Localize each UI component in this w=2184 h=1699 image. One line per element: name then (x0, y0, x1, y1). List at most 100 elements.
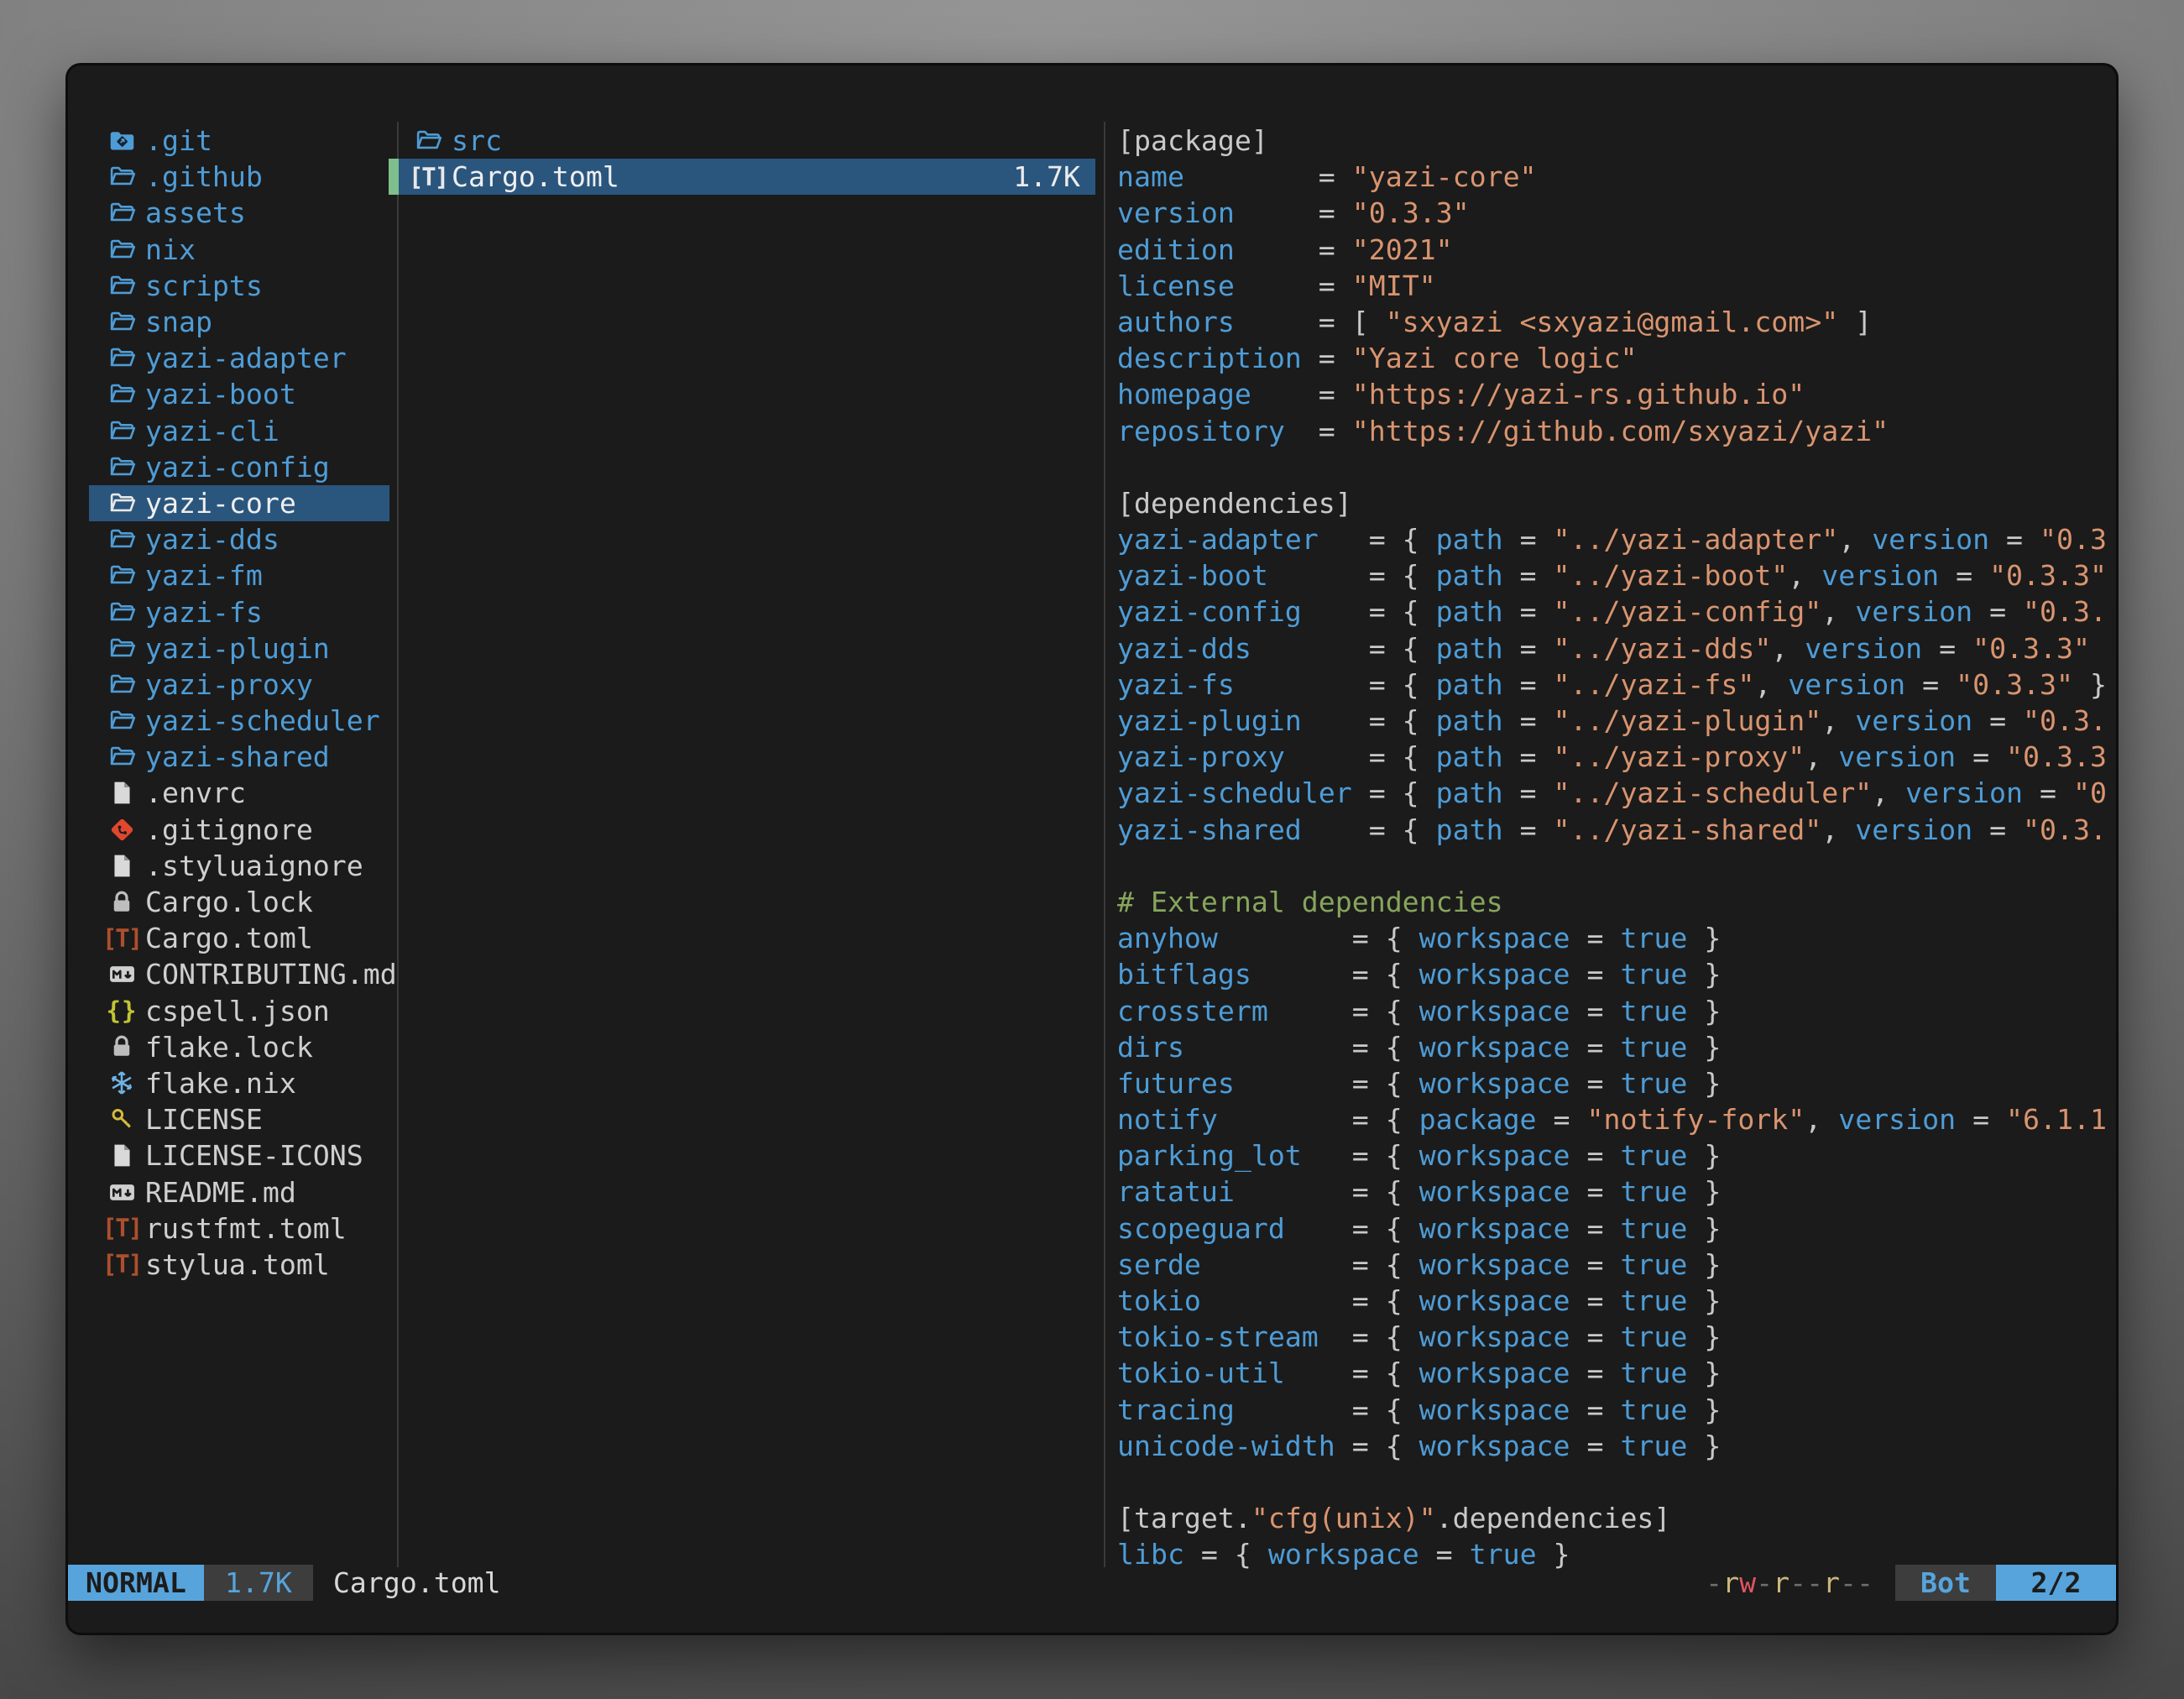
toml-icon: [T] (106, 923, 138, 954)
folder-icon (106, 705, 138, 737)
yazi-window: .git.githubassetsnixscriptssnap yazi-adap… (65, 63, 2119, 1635)
file-label: yazi-dds (145, 523, 280, 556)
file-label: yazi-config (145, 451, 330, 484)
sidebar-item-yazi-cli[interactable]: yazi-cli (89, 413, 389, 449)
preview-line: [target."cfg(unix)".dependencies] (1117, 1500, 2113, 1536)
preview-line: tokio-util = { workspace = true } (1117, 1355, 2113, 1391)
sidebar-item-yazi-dds[interactable]: yazi-dds (89, 521, 389, 557)
preview-line: yazi-adapter = { path = "../yazi-adapter… (1117, 521, 2113, 557)
folder-icon (106, 560, 138, 592)
file-label: yazi-boot (145, 378, 296, 410)
preview-line: repository = "https://github.com/sxyazi/… (1117, 413, 2113, 449)
permission-char: - (1857, 1566, 1873, 1599)
sidebar-item-.git[interactable]: .git (89, 123, 389, 159)
folder-icon (106, 415, 138, 447)
git-icon (106, 813, 138, 845)
preview-line: yazi-plugin = { path = "../yazi-plugin",… (1117, 703, 2113, 739)
md-icon (106, 959, 138, 991)
file-label: assets (145, 196, 246, 229)
preview-line: unicode-width = { workspace = true } (1117, 1428, 2113, 1464)
folder-icon (106, 306, 138, 338)
sidebar-item-.envrc[interactable]: .envrc (89, 775, 389, 811)
file-label: snap (145, 306, 212, 338)
file-label: yazi-adapter (145, 342, 347, 374)
sidebar-item-Cargo.toml[interactable]: [T]Cargo.toml (89, 920, 389, 956)
file-label: LICENSE-ICONS (145, 1139, 363, 1172)
folder-icon (106, 269, 138, 301)
file-size: 1.7K (1013, 160, 1095, 193)
preview-line: bitflags = { workspace = true } (1117, 956, 2113, 992)
status-file-name: Cargo.toml (313, 1565, 501, 1601)
sidebar-item-.github[interactable]: .github (89, 159, 389, 195)
sidebar-item-yazi-adapter[interactable]: yazi-adapter (89, 340, 389, 376)
current-dir-item-src[interactable]: src (389, 123, 1095, 159)
sidebar-item-scripts[interactable]: scripts (89, 268, 389, 304)
preview-line: ratatui = { workspace = true } (1117, 1174, 2113, 1210)
permission-char: r (1722, 1566, 1739, 1599)
md-icon (106, 1176, 138, 1208)
preview-line: tokio-stream = { workspace = true } (1117, 1319, 2113, 1355)
sidebar-item-LICENSE[interactable]: LICENSE (89, 1101, 389, 1137)
sidebar-item-yazi-fs[interactable]: yazi-fs (89, 593, 389, 630)
sidebar-item-rustfmt.toml[interactable]: [T]rustfmt.toml (89, 1210, 389, 1247)
preview-line: scopeguard = { workspace = true } (1117, 1210, 2113, 1247)
preview-line: name = "yazi-core" (1117, 159, 2113, 195)
preview-line: yazi-config = { path = "../yazi-config",… (1117, 593, 2113, 630)
file-label: yazi-core (145, 487, 296, 520)
preview-line: serde = { workspace = true } (1117, 1247, 2113, 1283)
file-label: src (452, 124, 502, 157)
folder-icon (106, 233, 138, 265)
sidebar-item-snap[interactable]: snap (89, 304, 389, 340)
current-directory-pane: src[T]Cargo.toml1.7K (389, 123, 1095, 195)
sidebar-item-yazi-proxy[interactable]: yazi-proxy (89, 667, 389, 703)
file-label: yazi-plugin (145, 632, 330, 665)
folder-icon (106, 668, 138, 700)
pane-divider-left (397, 122, 399, 1567)
preview-line: homepage = "https://yazi-rs.github.io" (1117, 376, 2113, 412)
preview-line: license = "MIT" (1117, 268, 2113, 304)
folder-icon (106, 342, 138, 374)
sidebar-item-Cargo.lock[interactable]: Cargo.lock (89, 884, 389, 920)
sidebar-item-yazi-core[interactable]: yazi-core (89, 485, 389, 521)
sidebar-item-CONTRIBUTING.md[interactable]: CONTRIBUTING.md (89, 956, 389, 992)
sidebar-item-LICENSE-ICONS[interactable]: LICENSE-ICONS (89, 1137, 389, 1174)
sidebar-item-README.md[interactable]: README.md (89, 1174, 389, 1210)
sidebar-item-.gitignore[interactable]: .gitignore (89, 812, 389, 848)
file-label: rustfmt.toml (145, 1212, 347, 1245)
preview-line: yazi-shared = { path = "../yazi-shared",… (1117, 812, 2113, 848)
sidebar-item-yazi-scheduler[interactable]: yazi-scheduler (89, 703, 389, 739)
file-label: CONTRIBUTING.md (145, 958, 397, 991)
sidebar-item-nix[interactable]: nix (89, 232, 389, 268)
sidebar-item-cspell.json[interactable]: {}cspell.json (89, 993, 389, 1029)
lock-icon (106, 1031, 138, 1063)
file-preview-pane[interactable]: [package]name = "yazi-core"version = "0.… (1117, 123, 2113, 1573)
file-label: cspell.json (145, 995, 330, 1027)
sidebar-item-flake.nix[interactable]: flake.nix (89, 1065, 389, 1101)
file-label: .github (145, 160, 263, 193)
preview-line: version = "0.3.3" (1117, 195, 2113, 231)
file-label: flake.nix (145, 1067, 296, 1100)
permission-char: - (1756, 1566, 1773, 1599)
sidebar-item-flake.lock[interactable]: flake.lock (89, 1029, 389, 1065)
preview-line: parking_lot = { workspace = true } (1117, 1137, 2113, 1174)
sidebar-item-yazi-boot[interactable]: yazi-boot (89, 376, 389, 412)
sidebar-item-yazi-config[interactable]: yazi-config (89, 449, 389, 485)
preview-line: anyhow = { workspace = true } (1117, 920, 2113, 956)
preview-line: notify = { package = "notify-fork", vers… (1117, 1101, 2113, 1137)
folder-icon (106, 524, 138, 556)
sidebar-item-stylua.toml[interactable]: [T]stylua.toml (89, 1247, 389, 1283)
preview-line: yazi-dds = { path = "../yazi-dds", versi… (1117, 630, 2113, 667)
current-dir-item-Cargo.toml[interactable]: [T]Cargo.toml1.7K (389, 159, 1095, 195)
file-label: stylua.toml (145, 1248, 330, 1281)
file-icon (106, 777, 138, 809)
preview-line: yazi-boot = { path = "../yazi-boot", ver… (1117, 557, 2113, 593)
nix-icon (106, 1067, 138, 1099)
status-bar: NORMAL 1.7K Cargo.toml -rw-r--r-- Bot 2/… (68, 1565, 2116, 1601)
sidebar-item-yazi-plugin[interactable]: yazi-plugin (89, 630, 389, 667)
file-label: yazi-shared (145, 740, 330, 773)
sidebar-item-yazi-fm[interactable]: yazi-fm (89, 557, 389, 593)
sidebar-item-yazi-shared[interactable]: yazi-shared (89, 739, 389, 775)
file-label: Cargo.toml (145, 922, 313, 954)
sidebar-item-assets[interactable]: assets (89, 195, 389, 231)
sidebar-item-.styluaignore[interactable]: .styluaignore (89, 848, 389, 884)
